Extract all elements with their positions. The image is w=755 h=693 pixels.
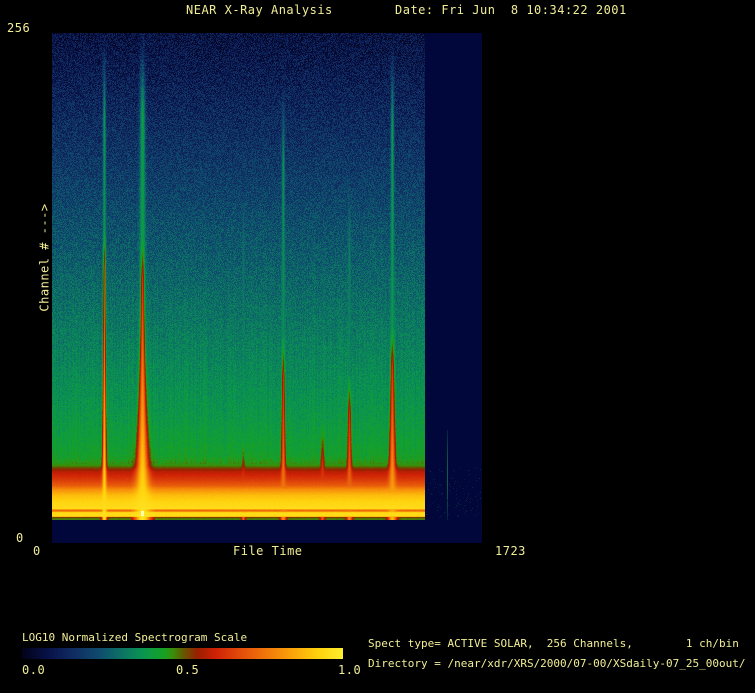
y-axis-max-label: 256 [7, 21, 31, 35]
y-axis-label: Channel # ---> [37, 203, 52, 312]
datetime-label: Date: Fri Jun 8 10:34:22 2001 [395, 3, 627, 17]
spectrogram-plot [52, 33, 482, 543]
spect-type-info: Spect type= ACTIVE SOLAR, 256 Channels, … [368, 637, 739, 650]
app-window: NEAR X-Ray Analysis Date: Fri Jun 8 10:3… [0, 0, 755, 693]
colorbar-tick-max: 1.0 [338, 663, 362, 677]
colorbar-gradient [22, 648, 343, 659]
y-axis-min-label: 0 [16, 531, 24, 545]
x-axis-max-label: 1723 [495, 544, 526, 558]
colorbar-label: LOG10 Normalized Spectrogram Scale [22, 631, 248, 644]
directory-info: Directory = /near/xdr/XRS/2000/07-00/XSd… [368, 657, 746, 670]
page-title: NEAR X-Ray Analysis [186, 3, 333, 17]
x-axis-label: File Time [233, 544, 303, 558]
colorbar-tick-min: 0.0 [22, 663, 46, 677]
colorbar-tick-mid: 0.5 [176, 663, 200, 677]
x-axis-min-label: 0 [33, 544, 41, 558]
